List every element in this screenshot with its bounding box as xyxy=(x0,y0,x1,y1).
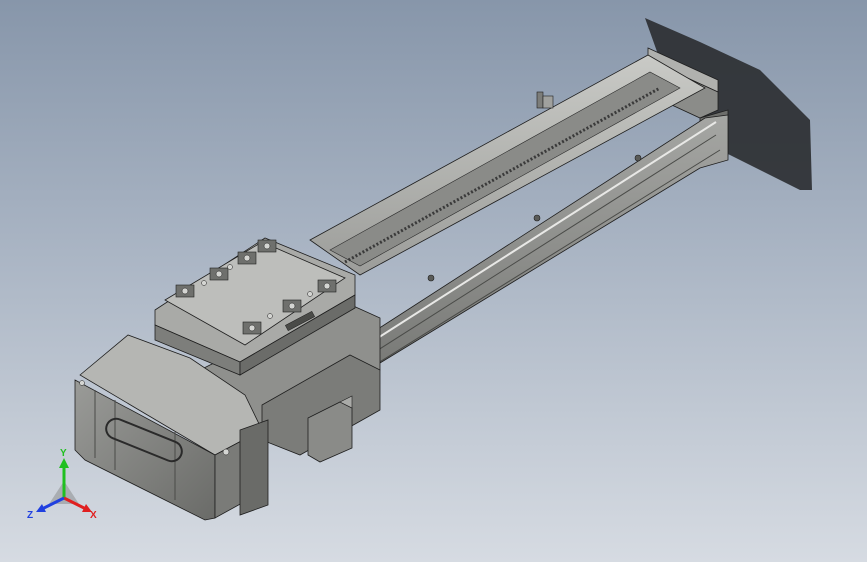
x-axis-label: X xyxy=(90,510,97,521)
z-axis-label: Z xyxy=(27,510,33,521)
y-axis-arrowhead xyxy=(59,458,69,468)
sensor-bracket xyxy=(536,91,554,109)
linear-actuator-model[interactable] xyxy=(0,0,867,562)
orientation-triad: Y X Z xyxy=(27,448,97,521)
cad-viewport[interactable]: Y X Z xyxy=(0,0,867,562)
y-axis-label: Y xyxy=(60,448,67,459)
